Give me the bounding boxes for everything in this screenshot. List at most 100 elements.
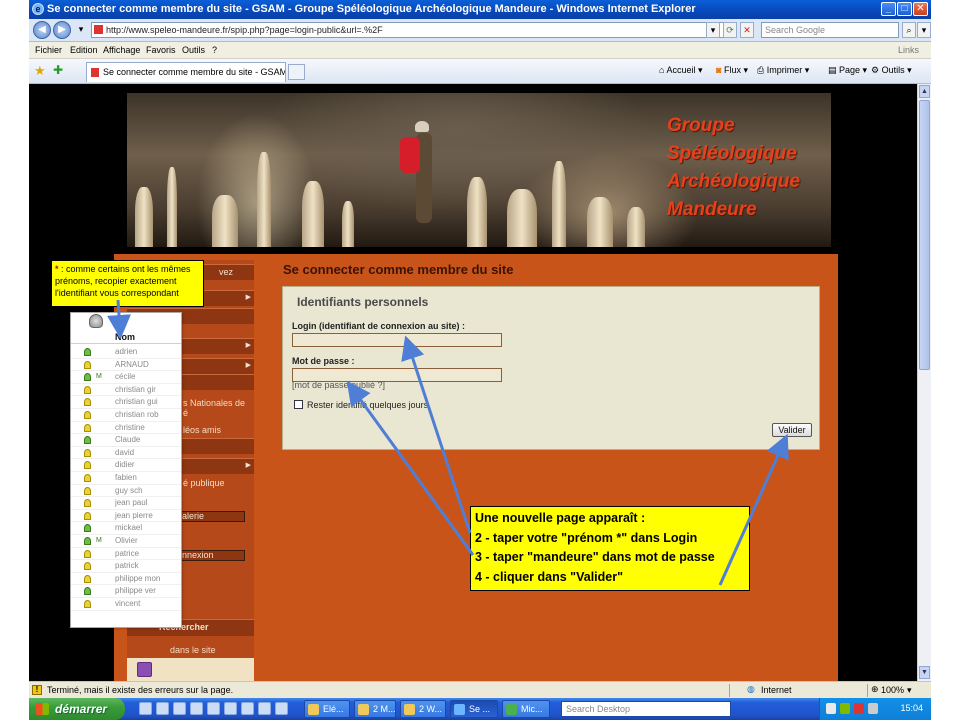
login-label: Login (identifiant de connexion au site)… — [292, 321, 465, 331]
sidebar-nationales-2[interactable]: é — [183, 408, 188, 418]
remember-me[interactable]: Rester identifié quelques jours — [294, 400, 428, 410]
tray-clock[interactable]: 15:04 — [900, 703, 923, 713]
name-list-item[interactable]: christian gir — [71, 384, 181, 397]
sidebar-publique[interactable]: é publique — [183, 478, 225, 488]
name-list-item[interactable]: didier — [71, 459, 181, 472]
name-label: philippe mon — [115, 573, 161, 583]
page-menu-button[interactable]: ▤ Page ▾ — [828, 65, 867, 76]
name-list-item[interactable]: david — [71, 447, 181, 460]
name-list-item[interactable]: jean pierre — [71, 510, 181, 523]
add-favorite-icon[interactable]: ✚ — [53, 63, 63, 77]
zoom-dropdown-icon[interactable]: ▾ — [907, 685, 912, 696]
name-list-item[interactable]: vincent — [71, 598, 181, 611]
search-icon[interactable]: ⌕ — [902, 22, 916, 38]
name-list-item[interactable]: M Olivier — [71, 535, 181, 548]
name-label: christian rob — [115, 410, 159, 419]
menu-affichage[interactable]: Affichage — [103, 45, 140, 55]
name-list-item[interactable]: ARNAUD — [71, 359, 181, 372]
menu-favoris[interactable]: Favoris — [146, 45, 176, 55]
name-list-item[interactable]: adrien — [71, 346, 181, 359]
remember-checkbox[interactable] — [294, 400, 303, 409]
quicklaunch-icon-3[interactable] — [173, 702, 186, 715]
page-title: Se connecter comme membre du site — [283, 262, 514, 277]
name-list-item[interactable]: patrick — [71, 560, 181, 573]
zoom-icon[interactable]: ⊕ — [871, 684, 879, 695]
sidebar-speleos-amis[interactable]: léos amis — [183, 425, 221, 435]
name-list-item[interactable]: christine — [71, 422, 181, 435]
links-label[interactable]: Links — [898, 45, 919, 55]
desktop-search-input[interactable]: Search Desktop — [561, 701, 731, 717]
taskbar-task-5[interactable]: Mic... — [502, 700, 550, 718]
menu-help[interactable]: ? — [212, 45, 217, 55]
quicklaunch-icon-7[interactable] — [241, 702, 254, 715]
quicklaunch-icon-4[interactable] — [190, 702, 203, 715]
taskbar-task-4[interactable]: Se ... — [450, 700, 498, 718]
maximize-button[interactable]: □ — [897, 2, 912, 16]
globe-icon: ◍ — [747, 684, 755, 694]
back-button[interactable]: ◀ — [33, 21, 51, 39]
warning-icon[interactable]: ! — [32, 685, 42, 695]
tray-icon-4[interactable] — [868, 703, 878, 714]
nav-dropdown-icon[interactable]: ▾ — [74, 22, 88, 38]
name-list-item[interactable]: jean paul — [71, 497, 181, 510]
new-tab-button[interactable] — [288, 64, 305, 80]
address-dropdown-icon[interactable]: ▾ — [706, 22, 720, 38]
name-list-item[interactable]: christian gui — [71, 396, 181, 409]
feeds-button[interactable]: ◙ Flux ▾ — [716, 65, 748, 76]
sidebar-connexion-input[interactable]: nnexion — [179, 550, 245, 561]
stop-icon[interactable]: ✕ — [740, 22, 754, 38]
home-button[interactable]: ⌂ Accueil ▾ — [659, 65, 703, 76]
zoom-level[interactable]: 100% — [881, 685, 904, 695]
tray-icon-1[interactable] — [826, 703, 836, 714]
sidebar-galerie-input[interactable]: alerie — [179, 511, 245, 522]
search-input[interactable]: Search Google — [761, 22, 899, 38]
name-list-item[interactable]: guy sch — [71, 485, 181, 498]
menu-edition[interactable]: Edition — [70, 45, 98, 55]
search-go-icon[interactable] — [137, 662, 152, 677]
scroll-down-arrow-icon[interactable]: ▼ — [919, 666, 930, 679]
refresh-icon[interactable]: ⟳ — [723, 22, 737, 38]
scroll-up-arrow-icon[interactable]: ▲ — [919, 85, 930, 98]
tools-menu-button[interactable]: ⚙ Outils ▾ — [871, 65, 912, 76]
tray-icon-3[interactable] — [854, 703, 864, 714]
close-button[interactable]: ✕ — [913, 2, 928, 16]
minimize-button[interactable]: _ — [881, 2, 896, 16]
search-options-icon[interactable]: ▾ — [917, 22, 931, 38]
sidebar-nationales[interactable]: s Nationales de — [183, 398, 245, 408]
name-list-item[interactable]: fabien — [71, 472, 181, 485]
name-label: christian gui — [115, 397, 158, 407]
tab-active[interactable]: Se connecter comme membre du site - GSAM… — [86, 62, 286, 82]
taskbar-task-2[interactable]: 2 M... — [354, 700, 396, 718]
start-button[interactable]: démarrer — [29, 698, 125, 720]
name-list-item[interactable]: christian rob — [71, 409, 181, 422]
name-label: philippe ver — [115, 586, 156, 596]
menu-outils[interactable]: Outils — [182, 45, 205, 55]
quicklaunch-icon-5[interactable] — [207, 702, 220, 715]
name-list-item[interactable]: philippe mon — [71, 573, 181, 586]
name-list-item[interactable]: Claude — [71, 434, 181, 447]
forward-button[interactable]: ▶ — [53, 21, 71, 39]
taskbar-task-1[interactable]: Elé... — [304, 700, 350, 718]
address-input[interactable]: http://www.speleo-mandeure.fr/spip.php?p… — [91, 22, 731, 38]
favorites-star-icon[interactable]: ★ — [34, 63, 46, 79]
tray-icon-2[interactable] — [840, 703, 850, 714]
name-list-item[interactable]: mickael — [71, 522, 181, 535]
name-list-item[interactable]: philippe ver — [71, 585, 181, 598]
submit-button[interactable]: Valider — [772, 423, 812, 437]
vertical-scrollbar[interactable]: ▲ ▼ — [917, 84, 931, 681]
name-list-item[interactable]: patrice — [71, 548, 181, 561]
quicklaunch-icon-1[interactable] — [139, 702, 152, 715]
quicklaunch-icon-9[interactable] — [275, 702, 288, 715]
stalagmite — [342, 201, 354, 247]
print-button[interactable]: ⎙ Imprimer ▾ — [757, 65, 809, 76]
quicklaunch-icon-2[interactable] — [156, 702, 169, 715]
name-list-item[interactable]: Mcécile — [71, 371, 181, 384]
forgot-password-link[interactable]: [mot de passe oublié ?] — [292, 380, 385, 390]
menu-fichier[interactable]: Fichier — [35, 45, 62, 55]
scroll-thumb[interactable] — [919, 100, 930, 370]
tools-label: Outils — [881, 65, 905, 75]
quicklaunch-icon-6[interactable] — [224, 702, 237, 715]
quicklaunch-icon-8[interactable] — [258, 702, 271, 715]
login-input[interactable] — [292, 333, 502, 347]
taskbar-task-3[interactable]: 2 W... — [400, 700, 446, 718]
